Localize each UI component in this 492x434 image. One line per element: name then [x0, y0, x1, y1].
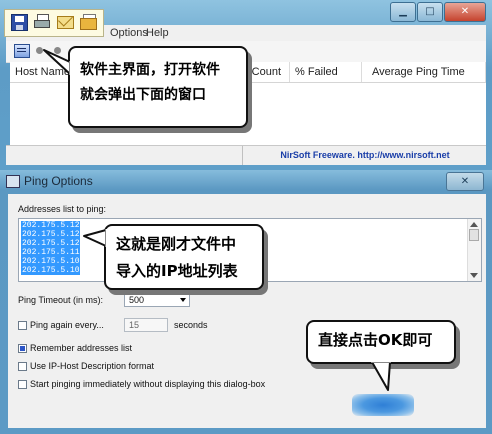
status-bar: NirSoft Freeware. http://www.nirsoft.net [6, 145, 486, 165]
menu-options[interactable]: Options [110, 27, 148, 39]
address-line: 202.175.5.120 [21, 239, 85, 248]
menu-help[interactable]: Help [146, 27, 169, 39]
callout-ok-text: 直接点击OK即可 [318, 331, 433, 349]
dialog-close-button[interactable]: ✕ [446, 172, 484, 191]
quick-toolbar [4, 9, 104, 37]
folder-icon[interactable] [80, 14, 97, 31]
print-icon[interactable] [34, 14, 51, 31]
ping-again-label: Ping again every... [30, 320, 104, 330]
window-controls: ▁ □ ✕ [390, 2, 486, 22]
nirsoft-link[interactable]: NirSoft Freeware. http://www.nirsoft.net [242, 146, 487, 165]
address-line: 202.175.5.104 [21, 266, 85, 275]
dialog-app-icon [6, 175, 20, 188]
save-icon[interactable] [11, 14, 28, 31]
callout-click-ok: 直接点击OK即可 [306, 320, 456, 364]
callout-main-line2: 就会弹出下面的窗口 [80, 87, 206, 103]
options-icon[interactable] [14, 44, 30, 58]
ping-timeout-select[interactable]: 500 [124, 293, 190, 307]
address-line: 202.175.5.106 [21, 257, 85, 266]
addresses-label: Addresses list to ping: [18, 204, 107, 214]
callout-ok-pointer [371, 359, 391, 391]
ping-options-dialog: Ping Options ✕ Addresses list to ping: 2… [0, 170, 492, 434]
scroll-up-icon[interactable] [470, 222, 478, 227]
mail-icon[interactable] [57, 16, 74, 29]
col-average-ping[interactable]: Average Ping Time [362, 62, 486, 82]
callout-main-window: 软件主界面，打开软件 就会弹出下面的窗口 [68, 46, 248, 128]
maximize-button[interactable]: □ [417, 2, 443, 22]
callout-list-line2: 导入的IP地址列表 [116, 262, 238, 280]
use-ip-host-label: Use IP-Host Description format [30, 361, 155, 371]
callout-ip-list: 这就是刚才文件中 导入的IP地址列表 [104, 224, 264, 290]
minimize-button[interactable]: ▁ [390, 2, 416, 22]
address-line: 202.175.5.120 [21, 230, 85, 239]
chevron-down-icon [180, 298, 186, 302]
start-immediately-label: Start pinging immediately without displa… [30, 379, 266, 389]
dialog-title: Ping Options [24, 174, 93, 188]
address-line: 202.175.5.121 [21, 221, 85, 230]
start-immediately-checkbox[interactable] [18, 380, 27, 389]
scroll-down-icon[interactable] [470, 273, 478, 278]
ping-again-input[interactable]: 15 [124, 318, 168, 332]
ping-again-checkbox[interactable] [18, 321, 27, 330]
scroll-thumb[interactable] [469, 229, 479, 241]
callout-list-pointer [83, 229, 109, 247]
seconds-label: seconds [174, 320, 208, 330]
use-ip-host-checkbox[interactable] [18, 362, 27, 371]
col-failed[interactable]: % Failed [290, 62, 362, 82]
ping-timeout-value: 500 [129, 295, 145, 305]
address-line: 202.175.5.114 [21, 248, 85, 257]
remember-addresses-checkbox[interactable] [18, 344, 27, 353]
addresses-scrollbar[interactable] [467, 219, 481, 281]
ping-timeout-label: Ping Timeout (in ms): [18, 295, 104, 305]
close-icon: ✕ [460, 176, 470, 187]
remember-addresses-label: Remember addresses list [30, 343, 133, 353]
callout-main-pointer [43, 49, 73, 75]
callout-main-line1: 软件主界面，打开软件 [80, 62, 220, 78]
close-button[interactable]: ✕ [444, 2, 486, 22]
callout-list-line1: 这就是刚才文件中 [116, 235, 237, 253]
